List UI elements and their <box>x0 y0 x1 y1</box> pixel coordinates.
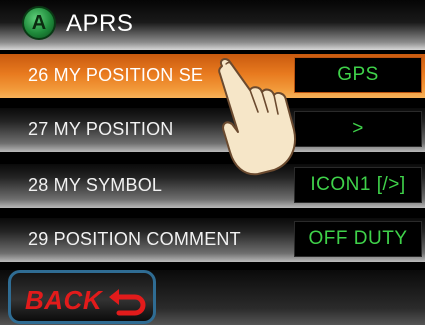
menu-item-label: 28 MY SYMBOL <box>28 175 163 195</box>
aprs-menu-screen: A APRS 26 MY POSITION SE GPS 27 MY POSIT… <box>0 0 425 325</box>
aprs-logo-icon: A <box>22 6 56 40</box>
divider <box>0 152 425 154</box>
back-button[interactable]: BACK <box>8 270 156 324</box>
menu-item-label: 26 MY POSITION SE <box>28 65 204 85</box>
menu-item-27-my-position[interactable]: 27 MY POSITION > <box>0 108 425 152</box>
menu-item-label: 27 MY POSITION <box>28 119 174 139</box>
divider <box>0 208 425 210</box>
menu-item-value: ICON1 [/>] <box>294 167 422 203</box>
menu-item-value: GPS <box>294 57 422 93</box>
back-button-label: BACK <box>25 285 103 315</box>
menu-item-26-my-position-setting[interactable]: 26 MY POSITION SE GPS <box>0 54 425 98</box>
divider <box>0 98 425 100</box>
menu-item-value: OFF DUTY <box>294 221 422 257</box>
return-arrow-icon <box>109 289 146 316</box>
menu-item-value: > <box>294 111 422 147</box>
logo-letter: A <box>31 12 47 34</box>
header-bar: A APRS <box>0 0 425 50</box>
menu-item-label: 29 POSITION COMMENT <box>28 229 241 249</box>
menu-item-28-my-symbol[interactable]: 28 MY SYMBOL ICON1 [/>] <box>0 164 425 208</box>
page-title: APRS <box>66 10 134 37</box>
menu-item-29-position-comment[interactable]: 29 POSITION COMMENT OFF DUTY <box>0 218 425 262</box>
